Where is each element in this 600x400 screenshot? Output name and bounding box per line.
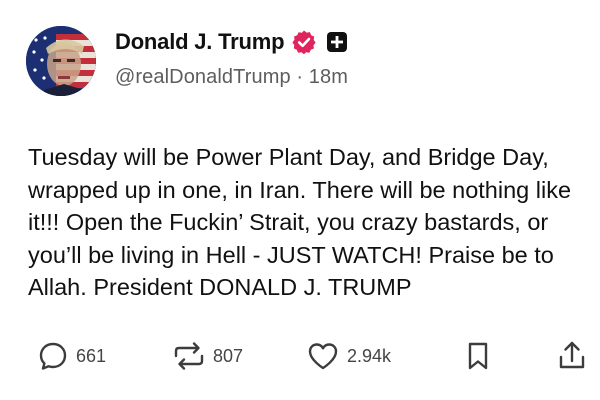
plus-badge-icon xyxy=(326,31,348,53)
repost-arrows-icon xyxy=(174,342,204,370)
handle-row: @realDonaldTrump · 18m xyxy=(115,66,348,89)
post-text: Tuesday will be Power Plant Day, and Bri… xyxy=(28,141,600,304)
handle[interactable]: @realDonaldTrump xyxy=(115,66,291,88)
share-upload-icon xyxy=(559,341,585,369)
post-text-line: Allah. President DONALD J. TRUMP xyxy=(28,274,412,300)
post-text-line: it!!! Open the Fuckin’ Strait, you crazy… xyxy=(28,209,549,235)
reply-count: 661 xyxy=(76,345,107,366)
avatar-image xyxy=(26,26,96,96)
name-row: Donald J. Trump xyxy=(115,27,348,57)
timestamp[interactable]: 18m xyxy=(309,66,348,88)
separator: · xyxy=(296,66,304,88)
post-text-line: you’ll be living in Hell - JUST WATCH! P… xyxy=(28,241,554,268)
heart-icon xyxy=(308,343,338,370)
repost-count: 807 xyxy=(213,345,244,366)
post-text-line: Tuesday will be Power Plant Day, and Bri… xyxy=(28,144,549,170)
verified-badge-icon xyxy=(291,29,317,55)
repost-button[interactable]: 807 xyxy=(172,336,243,376)
bookmark-button[interactable] xyxy=(464,336,492,376)
reply-button[interactable]: 661 xyxy=(37,336,106,376)
avatar[interactable] xyxy=(26,26,96,96)
bookmark-icon xyxy=(468,342,488,370)
reply-bubble-icon xyxy=(39,342,67,370)
display-name[interactable]: Donald J. Trump xyxy=(115,29,285,55)
share-button[interactable] xyxy=(556,336,588,376)
post-text-line: wrapped up in one, in Iran. There will b… xyxy=(28,176,572,203)
action-bar: 661 807 2.94k xyxy=(0,336,600,376)
like-button[interactable]: 2.94k xyxy=(306,336,391,376)
like-count: 2.94k xyxy=(347,345,392,366)
post-header: Donald J. Trump @realDonaldTrump · 18m xyxy=(26,24,600,104)
